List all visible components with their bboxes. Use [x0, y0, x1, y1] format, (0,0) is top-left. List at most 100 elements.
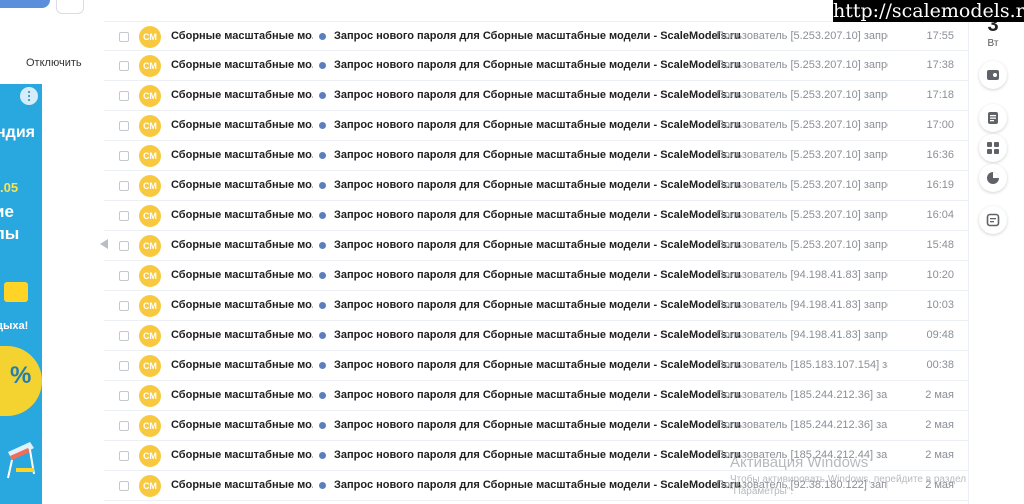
unread-dot-icon[interactable]: [319, 392, 326, 399]
email-row[interactable]: СМ Сборные масштабные мо... Запрос нового …: [104, 291, 968, 321]
email-time: 10:03: [926, 299, 954, 311]
email-snippet: Пользователь [5.253.207.10] запросил н..…: [716, 239, 888, 251]
select-checkbox[interactable]: [119, 361, 129, 371]
ad-text: %: [10, 362, 32, 389]
avatar: СМ: [139, 415, 161, 437]
unread-dot-icon[interactable]: [319, 92, 326, 99]
unread-dot-icon[interactable]: [319, 362, 326, 369]
left-rail: Отключить ндия .05 ие лы дыха! %: [0, 0, 104, 504]
unread-dot-icon[interactable]: [319, 272, 326, 279]
avatar: СМ: [139, 355, 161, 377]
compose-button[interactable]: [0, 0, 50, 8]
email-row[interactable]: СМ Сборные масштабные мо... Запрос нового …: [104, 261, 968, 291]
select-checkbox[interactable]: [119, 211, 129, 221]
email-sender: Сборные масштабные мо...: [171, 359, 313, 371]
email-subject: Запрос нового пароля для Сборные масштаб…: [334, 269, 741, 281]
select-checkbox[interactable]: [119, 421, 129, 431]
contact-card-button[interactable]: [979, 61, 1007, 89]
stats-button[interactable]: [979, 164, 1007, 192]
email-row[interactable]: СМ Сборные масштабные мо... Запрос нового …: [104, 111, 968, 141]
select-checkbox[interactable]: [119, 151, 129, 161]
email-time: 2 мая: [925, 449, 954, 461]
unread-dot-icon[interactable]: [319, 122, 326, 129]
email-sender: Сборные масштабные мо...: [171, 149, 313, 161]
windows-activation-text: Чтобы активировать Windows, перейдите в …: [730, 474, 966, 498]
select-checkbox[interactable]: [119, 241, 129, 251]
email-row[interactable]: СМ Сборные масштабные мо... Запрос нового …: [104, 351, 968, 381]
email-row[interactable]: СМ Сборные масштабные мо... Запрос нового …: [104, 411, 968, 441]
unread-dot-icon[interactable]: [319, 482, 326, 489]
unread-dot-icon[interactable]: [319, 182, 326, 189]
pie-chart-icon: [987, 172, 999, 184]
email-row[interactable]: СМ Сборные масштабные мо... Запрос нового …: [104, 201, 968, 231]
email-sender: Сборные масштабные мо...: [171, 179, 313, 191]
email-subject: Запрос нового пароля для Сборные масштаб…: [334, 30, 741, 42]
unread-dot-icon[interactable]: [319, 62, 326, 69]
email-snippet: Пользователь [185.183.107.154] запрос...: [716, 359, 888, 371]
email-snippet: Пользователь [185.244.212.36] запроси...: [716, 419, 888, 431]
unread-dot-icon[interactable]: [319, 452, 326, 459]
email-row[interactable]: СМ Сборные масштабные мо... Запрос нового …: [104, 381, 968, 411]
more-vertical-icon[interactable]: [20, 87, 38, 105]
mail-app: Отключить ндия .05 ие лы дыха! % СМ Сборн…: [0, 0, 1024, 504]
avatar: СМ: [139, 475, 161, 497]
select-checkbox[interactable]: [119, 91, 129, 101]
unread-dot-icon[interactable]: [319, 332, 326, 339]
select-checkbox[interactable]: [119, 181, 129, 191]
unread-dot-icon[interactable]: [319, 152, 326, 159]
email-snippet: Пользователь [5.253.207.10] запросил н..…: [716, 149, 888, 161]
select-checkbox[interactable]: [119, 121, 129, 131]
email-snippet: Пользователь [5.253.207.10] запросил н..…: [716, 119, 888, 131]
select-checkbox[interactable]: [119, 271, 129, 281]
unread-dot-icon[interactable]: [319, 422, 326, 429]
select-checkbox[interactable]: [119, 61, 129, 71]
email-time: 15:48: [926, 239, 954, 251]
email-time: 00:38: [926, 359, 954, 371]
select-checkbox[interactable]: [119, 451, 129, 461]
ad-text: лы: [0, 224, 20, 243]
ad-badge: [4, 282, 28, 302]
avatar: СМ: [139, 265, 161, 287]
email-sender: Сборные масштабные мо...: [171, 89, 313, 101]
right-rail: 3 Вт: [968, 0, 1024, 504]
select-checkbox[interactable]: [119, 481, 129, 491]
tasks-button[interactable]: [979, 206, 1007, 234]
unread-dot-icon[interactable]: [319, 212, 326, 219]
unread-dot-icon[interactable]: [319, 33, 326, 40]
email-row[interactable]: СМ Сборные масштабные мо... Запрос нового …: [104, 141, 968, 171]
select-checkbox[interactable]: [119, 391, 129, 401]
apps-grid-icon: [987, 142, 999, 154]
email-snippet: Пользователь [5.253.207.10] запросил н..…: [716, 179, 888, 191]
windows-activation-line: "Параметры".: [730, 486, 794, 497]
notes-button[interactable]: [979, 104, 1007, 132]
email-snippet: Пользователь [185.244.212.36] запроси...: [716, 389, 888, 401]
email-sender: Сборные масштабные мо...: [171, 209, 313, 221]
beach-chair-icon: [7, 442, 35, 479]
apps-button[interactable]: [979, 134, 1007, 162]
calendar-weekday: Вт: [987, 38, 999, 49]
email-row[interactable]: СМ Сборные масштабные мо... Запрос нового …: [104, 81, 968, 111]
avatar: СМ: [139, 175, 161, 197]
dropdown-button[interactable]: [56, 0, 84, 14]
email-sender: Сборные масштабные мо...: [171, 59, 313, 71]
email-row[interactable]: СМ Сборные масштабные мо... Запрос нового …: [100, 231, 968, 261]
email-time: 17:38: [926, 59, 954, 71]
select-checkbox[interactable]: [119, 32, 129, 42]
avatar: СМ: [139, 235, 161, 257]
email-time: 2 мая: [925, 419, 954, 431]
email-row[interactable]: СМ Сборные масштабные мо... Запрос нового …: [104, 321, 968, 351]
select-checkbox[interactable]: [119, 331, 129, 341]
ad-banner[interactable]: ндия .05 ие лы дыха! %: [0, 84, 42, 504]
unread-dot-icon[interactable]: [319, 302, 326, 309]
unread-dot-icon[interactable]: [319, 242, 326, 249]
tasks-icon: [986, 213, 1000, 227]
email-sender: Сборные масштабные мо...: [171, 30, 313, 42]
avatar: СМ: [139, 295, 161, 317]
email-time: 17:18: [926, 89, 954, 101]
email-subject: Запрос нового пароля для Сборные масштаб…: [334, 479, 741, 491]
select-checkbox[interactable]: [119, 301, 129, 311]
email-row[interactable]: СМ Сборные масштабные мо... Запрос нового …: [104, 171, 968, 201]
email-row[interactable]: СМ Сборные масштабные мо... Запрос нового …: [104, 51, 968, 81]
email-row[interactable]: СМ Сборные масштабные мо... Запрос нового …: [104, 21, 968, 51]
unsubscribe-link[interactable]: Отключить: [26, 57, 82, 69]
